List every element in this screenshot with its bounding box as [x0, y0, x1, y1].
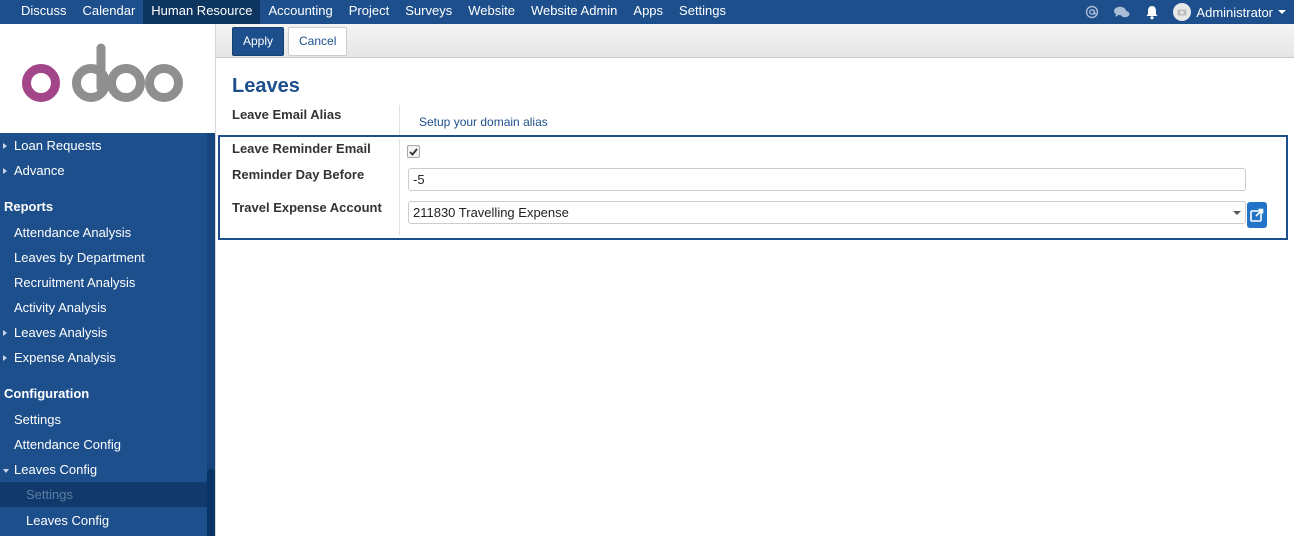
sidebar-item-label: Settings [26, 487, 73, 502]
sidebar-item-leaves-by-department[interactable]: Leaves by Department [0, 248, 207, 273]
caret-right-icon [3, 143, 7, 149]
menu-website[interactable]: Website [460, 0, 523, 24]
reminder-day-before-input[interactable]: -5 [408, 168, 1246, 191]
sidebar-item-label: Attendance Config [14, 437, 121, 452]
menu-website-admin[interactable]: Website Admin [523, 0, 625, 24]
menu-discuss[interactable]: Discuss [13, 0, 75, 24]
chevron-down-icon [1233, 211, 1241, 215]
leave-reminder-email-checkbox[interactable] [407, 145, 420, 158]
menu-human-resource[interactable]: Human Resource [143, 0, 261, 24]
cancel-button[interactable]: Cancel [288, 27, 348, 56]
sidebar-subitem-leaves-config[interactable]: Leaves Config [0, 511, 207, 536]
sidebar: Loan Requests Advance Reports Attendance… [0, 24, 215, 536]
divider [399, 139, 400, 235]
sidebar-item-label: Leaves Analysis [14, 325, 108, 340]
sidebar-item-label: Settings [14, 412, 61, 427]
sidebar-item-label: Expense Analysis [14, 350, 116, 365]
apply-button[interactable]: Apply [232, 27, 285, 56]
control-panel: Apply Cancel [216, 24, 1294, 58]
caret-right-icon [3, 168, 7, 174]
travel-expense-account-value: 211830 Travelling Expense [413, 205, 569, 220]
at-icon[interactable] [1084, 4, 1100, 20]
menu-apps[interactable]: Apps [625, 0, 671, 24]
menu-project[interactable]: Project [341, 0, 397, 24]
sidebar-item-label: Attendance Analysis [14, 225, 132, 240]
scrollbar-thumb[interactable] [207, 469, 215, 536]
travel-expense-account-label: Travel Expense Account [232, 200, 382, 215]
caret-down-icon [3, 469, 9, 473]
chevron-down-icon [1278, 10, 1286, 14]
menu-settings[interactable]: Settings [671, 0, 734, 24]
logo-area [0, 24, 215, 133]
sidebar-item-label: Recruitment Analysis [14, 275, 136, 290]
sidebar-item-advance[interactable]: Advance [0, 161, 207, 186]
sidebar-subitem-settings[interactable]: Settings [0, 482, 207, 507]
main-menu: Discuss Calendar Human Resource Accounti… [13, 0, 734, 24]
sidebar-item-label: Leaves Config [26, 513, 110, 528]
divider [399, 105, 400, 135]
setup-domain-alias-link[interactable]: Setup your domain alias [419, 115, 548, 129]
sidebar-item-recruitment-analysis[interactable]: Recruitment Analysis [0, 273, 207, 298]
reminder-day-before-label: Reminder Day Before [232, 167, 365, 182]
sidebar-item-label: Loan Requests [14, 138, 102, 153]
sidebar-nav: Loan Requests Advance Reports Attendance… [0, 133, 207, 536]
odoo-logo[interactable] [0, 24, 215, 133]
sidebar-item-activity-analysis[interactable]: Activity Analysis [0, 298, 207, 323]
sidebar-item-label: Activity Analysis [14, 300, 107, 315]
main-content: Apply Cancel Leaves Leave Email Alias Se… [215, 24, 1294, 536]
user-name: Administrator [1196, 4, 1273, 20]
topbar-right: Administrator [1077, 0, 1294, 24]
checkmark-icon [409, 147, 418, 156]
page-title: Leaves [232, 75, 300, 97]
avatar [1173, 3, 1192, 21]
bell-icon[interactable] [1144, 4, 1160, 20]
sidebar-item-label: Leaves Config [14, 462, 98, 477]
leave-email-alias-label: Leave Email Alias [232, 107, 342, 122]
caret-right-icon [3, 355, 7, 361]
menu-calendar[interactable]: Calendar [75, 0, 144, 24]
sidebar-item-attendance-config[interactable]: Attendance Config [0, 435, 207, 460]
sidebar-item-label: Advance [14, 163, 65, 178]
caret-right-icon [3, 330, 7, 336]
travel-expense-account-select[interactable]: 211830 Travelling Expense [408, 201, 1246, 224]
menu-accounting[interactable]: Accounting [260, 0, 340, 24]
sidebar-item-expense-analysis[interactable]: Expense Analysis [0, 348, 207, 373]
external-link-icon[interactable] [1247, 202, 1267, 228]
sidebar-item-attendance-analysis[interactable]: Attendance Analysis [0, 223, 207, 248]
user-menu[interactable]: Administrator [1167, 0, 1294, 24]
sidebar-scrollbar[interactable] [207, 133, 215, 536]
chat-icon[interactable] [1114, 4, 1130, 20]
menu-surveys[interactable]: Surveys [397, 0, 460, 24]
sidebar-item-leaves-analysis[interactable]: Leaves Analysis [0, 323, 207, 348]
sidebar-item-settings[interactable]: Settings [0, 410, 207, 435]
leave-reminder-email-label: Leave Reminder Email [232, 141, 371, 156]
configuration-heading: Configuration [4, 386, 90, 401]
sidebar-item-loan-requests[interactable]: Loan Requests [0, 136, 207, 161]
sidebar-item-label: Leaves by Department [14, 250, 145, 265]
reports-heading: Reports [4, 199, 54, 214]
top-navbar: Discuss Calendar Human Resource Accounti… [0, 0, 1294, 24]
